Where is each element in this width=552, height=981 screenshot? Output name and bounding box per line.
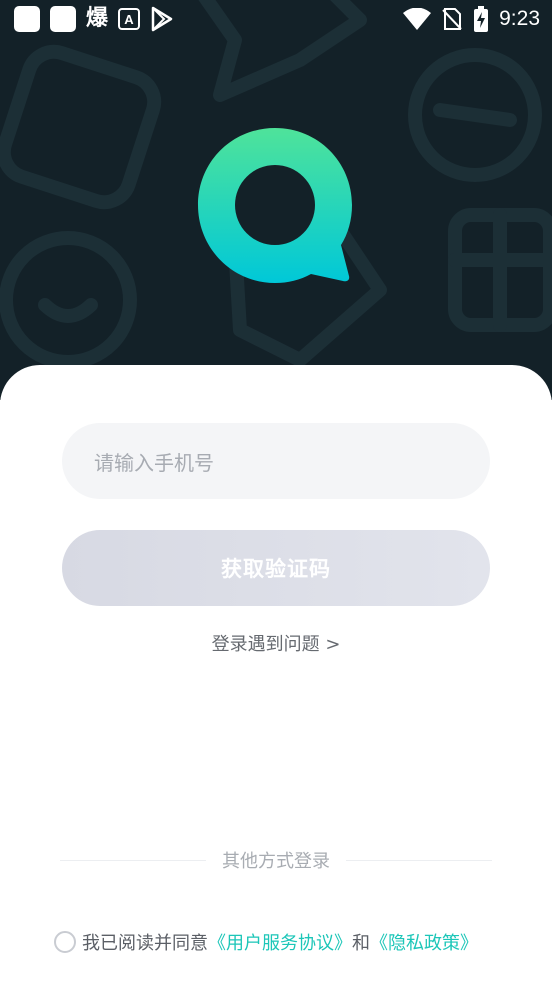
agreement-conjunction: 和 <box>352 933 370 954</box>
get-code-button[interactable]: 获取验证码 <box>62 530 490 606</box>
svg-text:A: A <box>124 12 134 27</box>
get-code-label: 获取验证码 <box>221 557 331 581</box>
divider-right <box>346 859 492 861</box>
hero-header <box>0 0 552 400</box>
phone-input-placeholder: 请输入手机号 <box>94 450 214 475</box>
agree-checkbox[interactable] <box>54 931 76 953</box>
play-store-icon <box>151 6 173 32</box>
battery-charging-icon <box>474 6 489 32</box>
status-time: 9:23 <box>499 7 540 30</box>
font-icon: A <box>118 8 141 30</box>
status-bar: 爆 A 9:23 <box>0 0 552 38</box>
other-methods-label: 其他方式登录 <box>222 851 330 872</box>
no-sim-icon <box>442 8 462 30</box>
agreement-row: 我已阅读并同意 《用户服务协议》 和 《隐私政策》 <box>54 927 478 957</box>
app-icon <box>50 6 76 32</box>
privacy-policy-link[interactable]: 《隐私政策》 <box>370 929 478 955</box>
notification-text: 爆 <box>86 6 109 31</box>
phone-input[interactable]: 请输入手机号 <box>62 423 490 499</box>
wifi-icon <box>403 8 432 30</box>
user-agreement-link[interactable]: 《用户服务协议》 <box>208 929 352 955</box>
logo-icon <box>198 128 352 283</box>
other-login-methods: 其他方式登录 <box>60 846 492 874</box>
divider-left <box>60 859 206 861</box>
login-help-link[interactable]: 登录遇到问题 > <box>0 630 552 656</box>
agreement-prefix: 我已阅读并同意 <box>82 933 208 954</box>
app-icon <box>14 6 40 32</box>
